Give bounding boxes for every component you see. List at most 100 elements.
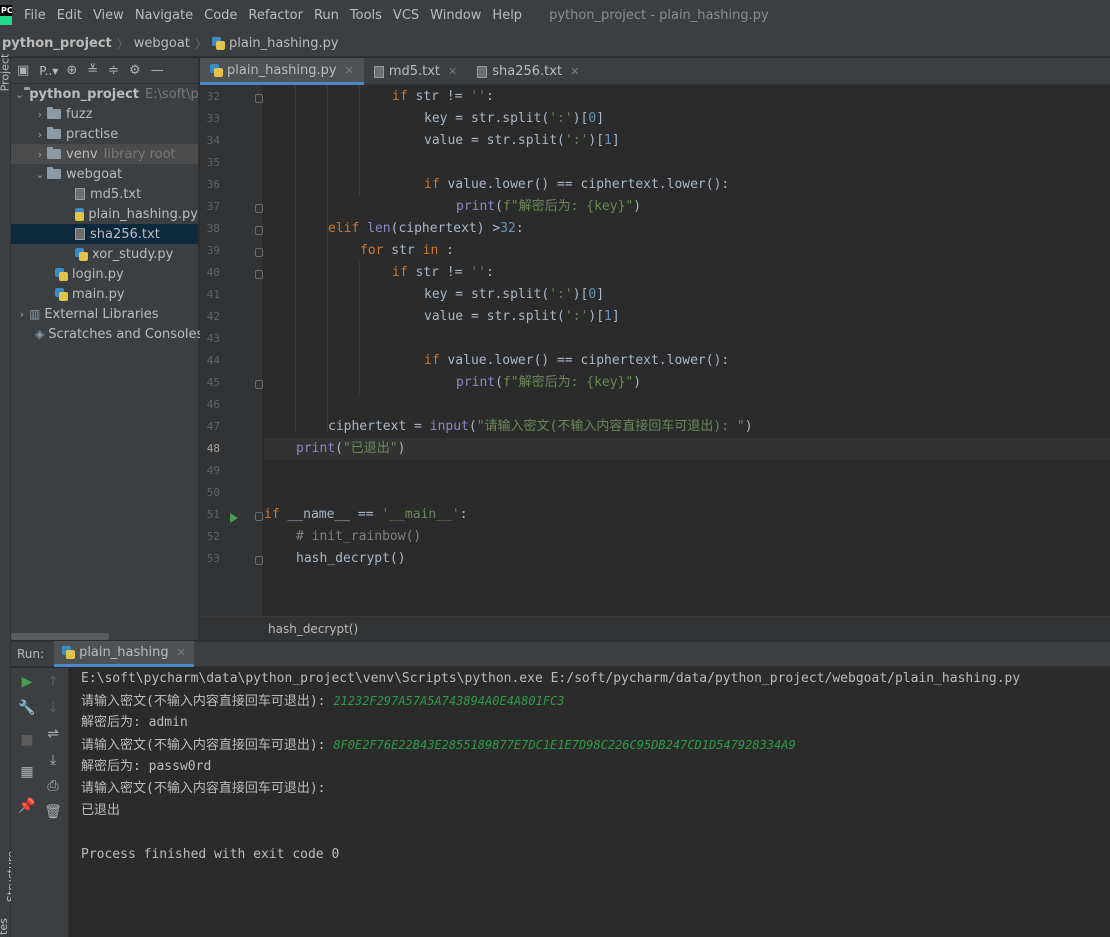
line-number: 42 (206, 310, 220, 323)
chevron-right-icon[interactable]: › (15, 308, 29, 321)
tree-item-fuzz[interactable]: › fuzz (11, 104, 198, 124)
menu-window[interactable]: Window (430, 8, 481, 23)
fold-marker-icon[interactable] (255, 204, 263, 213)
text-file-icon (75, 188, 85, 200)
fold-marker-icon[interactable] (255, 512, 263, 521)
tree-item-label: practise (66, 126, 119, 142)
console-line: 请输入密文(不输入内容直接回车可退出): 8F0E2F76E22B43E2855… (81, 734, 1110, 756)
menu-view[interactable]: View (93, 8, 124, 23)
wrench-icon[interactable]: 🔧 (17, 700, 37, 716)
console-user-input: 8F0E2F76E22B43E2855189877E7DC1E1E7D98C22… (333, 738, 796, 752)
trash-icon[interactable]: 🗑 (43, 804, 63, 820)
tree-item-main[interactable]: main.py (11, 284, 198, 304)
favorites-tool-button[interactable]: tes (0, 918, 10, 935)
run-tab-label: plain_hashing (79, 645, 169, 660)
chevron-down-icon[interactable]: ⌄ (15, 88, 24, 101)
tree-item-venv[interactable]: › venv library root (11, 144, 198, 164)
fold-marker-icon[interactable] (255, 226, 263, 235)
tree-item-xor-study[interactable]: xor_study.py (11, 244, 198, 264)
code-line: elif len(ciphertext) >32: (328, 221, 524, 236)
menu-code[interactable]: Code (204, 8, 237, 23)
rerun-icon[interactable]: ▶ (17, 674, 37, 690)
arrow-up-icon[interactable]: ↑ (43, 674, 63, 690)
tree-item-login[interactable]: login.py (11, 264, 198, 284)
tree-item-webgoat[interactable]: ⌄ webgoat (11, 164, 198, 184)
tree-item-md5-txt[interactable]: md5.txt (11, 184, 198, 204)
fold-marker-icon[interactable] (255, 556, 263, 565)
scratches-icon: ◈ (35, 327, 45, 341)
line-number: 47 (206, 420, 220, 433)
line-number: 32 (206, 90, 220, 103)
chevron-down-icon[interactable]: ⌄ (33, 168, 47, 181)
menu-help[interactable]: Help (492, 8, 522, 23)
tab-md5-txt[interactable]: md5.txt ✕ (364, 58, 467, 85)
chevron-right-icon[interactable]: › (33, 108, 47, 121)
breadcrumb-file[interactable]: plain_hashing.py (229, 36, 339, 51)
close-icon[interactable]: ✕ (570, 65, 579, 78)
line-number-current: 48 (206, 442, 220, 455)
fold-marker-icon[interactable] (255, 380, 263, 389)
close-icon[interactable]: ✕ (177, 646, 186, 659)
tab-plain-hashing[interactable]: plain_hashing.py ✕ (200, 58, 364, 85)
print-icon[interactable]: ⎙ (43, 778, 63, 794)
folder-icon (47, 147, 61, 159)
project-view-icon: ▣ (17, 63, 30, 78)
line-number: 45 (206, 376, 220, 389)
chevron-right-icon[interactable]: › (33, 148, 47, 161)
code-line: if value.lower() == ciphertext.lower(): (424, 353, 730, 368)
python-file-icon (55, 267, 68, 281)
console-prompt: 请输入密文(不输入内容直接回车可退出): (81, 781, 326, 796)
function-crumb[interactable]: hash_decrypt() (268, 622, 358, 636)
minimize-icon[interactable]: — (151, 63, 164, 78)
close-icon[interactable]: ✕ (345, 64, 354, 77)
menu-vcs[interactable]: VCS (393, 8, 419, 23)
layout-icon[interactable]: ▦ (17, 764, 37, 780)
run-tab-plain-hashing[interactable]: plain_hashing ✕ (54, 641, 194, 667)
gear-icon[interactable]: ⚙ (129, 63, 141, 78)
breadcrumb-project[interactable]: python_project (2, 36, 112, 51)
fold-marker-icon[interactable] (255, 248, 263, 257)
tree-item-external-libraries[interactable]: › ▥ External Libraries (11, 304, 198, 324)
code-line: if __name__ == '__main__': (264, 507, 468, 522)
horizontal-scrollbar[interactable] (11, 633, 109, 640)
tree-item-python-project[interactable]: ⌄ python_project E:\soft\p (11, 84, 199, 104)
fold-marker-icon[interactable] (255, 94, 263, 103)
tab-sha256-txt[interactable]: sha256.txt ✕ (467, 58, 589, 85)
close-icon[interactable]: ✕ (448, 65, 457, 78)
python-file-icon (75, 247, 88, 261)
fold-marker-icon[interactable] (255, 270, 263, 279)
console-text: 已退出 (81, 803, 121, 818)
text-file-icon (373, 65, 384, 78)
python-file-icon (210, 63, 223, 77)
tree-item-plain-hashing[interactable]: plain_hashing.py (11, 204, 198, 224)
locate-icon[interactable]: ⊕ (66, 63, 77, 78)
menu-navigate[interactable]: Navigate (135, 8, 193, 23)
tree-item-practise[interactable]: › practise (11, 124, 198, 144)
line-number: 37 (206, 200, 220, 213)
collapse-all-icon[interactable]: ≑ (108, 63, 119, 78)
project-tool-button[interactable]: Project (0, 54, 11, 92)
menu-tools[interactable]: Tools (350, 8, 382, 23)
line-number: 36 (206, 178, 220, 191)
tree-item-scratches[interactable]: ◈ Scratches and Consoles (11, 324, 203, 344)
run-gutter-icon[interactable] (230, 513, 238, 523)
menu-run[interactable]: Run (314, 8, 339, 23)
menu-edit[interactable]: Edit (57, 8, 82, 23)
breadcrumb-folder[interactable]: webgoat (134, 36, 190, 51)
chevron-right-icon[interactable]: › (33, 128, 47, 141)
stop-icon[interactable]: ■ (17, 732, 37, 748)
expand-all-icon[interactable]: ≚ (87, 63, 98, 78)
editor-breadcrumb[interactable]: hash_decrypt() (200, 616, 1110, 640)
run-console[interactable]: E:\soft\pycharm\data\python_project\venv… (70, 668, 1110, 937)
menu-file[interactable]: File (24, 8, 46, 23)
scroll-to-end-icon[interactable]: ⤓ (43, 752, 63, 768)
project-view-selector[interactable]: P..▾ (39, 64, 58, 78)
pin-icon[interactable]: 📌 (17, 798, 37, 814)
menu-refactor[interactable]: Refactor (248, 8, 303, 23)
arrow-down-icon[interactable]: ↓ (43, 700, 63, 716)
library-icon: ▥ (29, 307, 41, 321)
tree-item-label: External Libraries (44, 306, 159, 322)
tree-item-sha256-txt[interactable]: sha256.txt (11, 224, 198, 244)
soft-wrap-icon[interactable]: ⇌ (43, 726, 63, 742)
code-editor[interactable]: 32 33 34 35 36 37 38 39 40 41 42 43 44 4… (200, 86, 1110, 616)
